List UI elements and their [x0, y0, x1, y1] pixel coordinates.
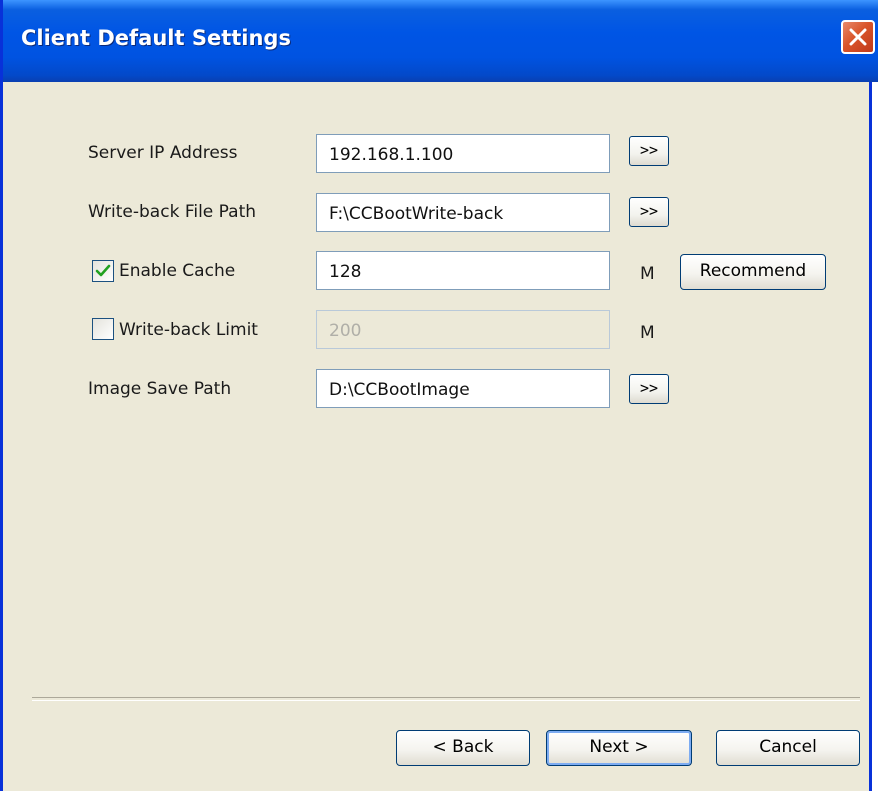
writeback-limit-unit-label: M: [640, 323, 655, 343]
writeback-path-browse-button[interactable]: >>: [629, 197, 669, 227]
server-ip-browse-button[interactable]: >>: [629, 136, 669, 166]
footer-separator: [32, 697, 860, 701]
back-button[interactable]: < Back: [396, 730, 530, 766]
cancel-button[interactable]: Cancel: [716, 730, 860, 766]
writeback-limit-label[interactable]: Write-back Limit: [119, 320, 258, 340]
enable-cache-label[interactable]: Enable Cache: [119, 261, 235, 281]
image-save-path-label: Image Save Path: [88, 379, 232, 399]
cache-size-input[interactable]: 128: [316, 251, 610, 290]
writeback-limit-checkbox[interactable]: [92, 318, 114, 340]
recommend-button[interactable]: Recommend: [680, 254, 826, 290]
writeback-path-label: Write-back File Path: [88, 202, 257, 222]
image-save-path-input[interactable]: D:\CCBootImage: [316, 369, 610, 408]
image-save-path-browse-button[interactable]: >>: [629, 374, 669, 404]
enable-cache-checkbox[interactable]: [92, 260, 114, 282]
server-ip-label: Server IP Address: [88, 143, 238, 163]
title-bar[interactable]: Client Default Settings: [3, 0, 878, 82]
close-button[interactable]: [841, 20, 875, 54]
checkmark-icon: [95, 264, 111, 277]
next-button[interactable]: Next >: [546, 730, 692, 766]
window-title: Client Default Settings: [21, 26, 291, 50]
writeback-path-input[interactable]: F:\CCBootWrite-back: [316, 193, 610, 232]
cache-unit-label: M: [640, 264, 655, 284]
writeback-limit-input[interactable]: 200: [316, 310, 610, 349]
server-ip-input[interactable]: 192.168.1.100: [316, 134, 610, 173]
